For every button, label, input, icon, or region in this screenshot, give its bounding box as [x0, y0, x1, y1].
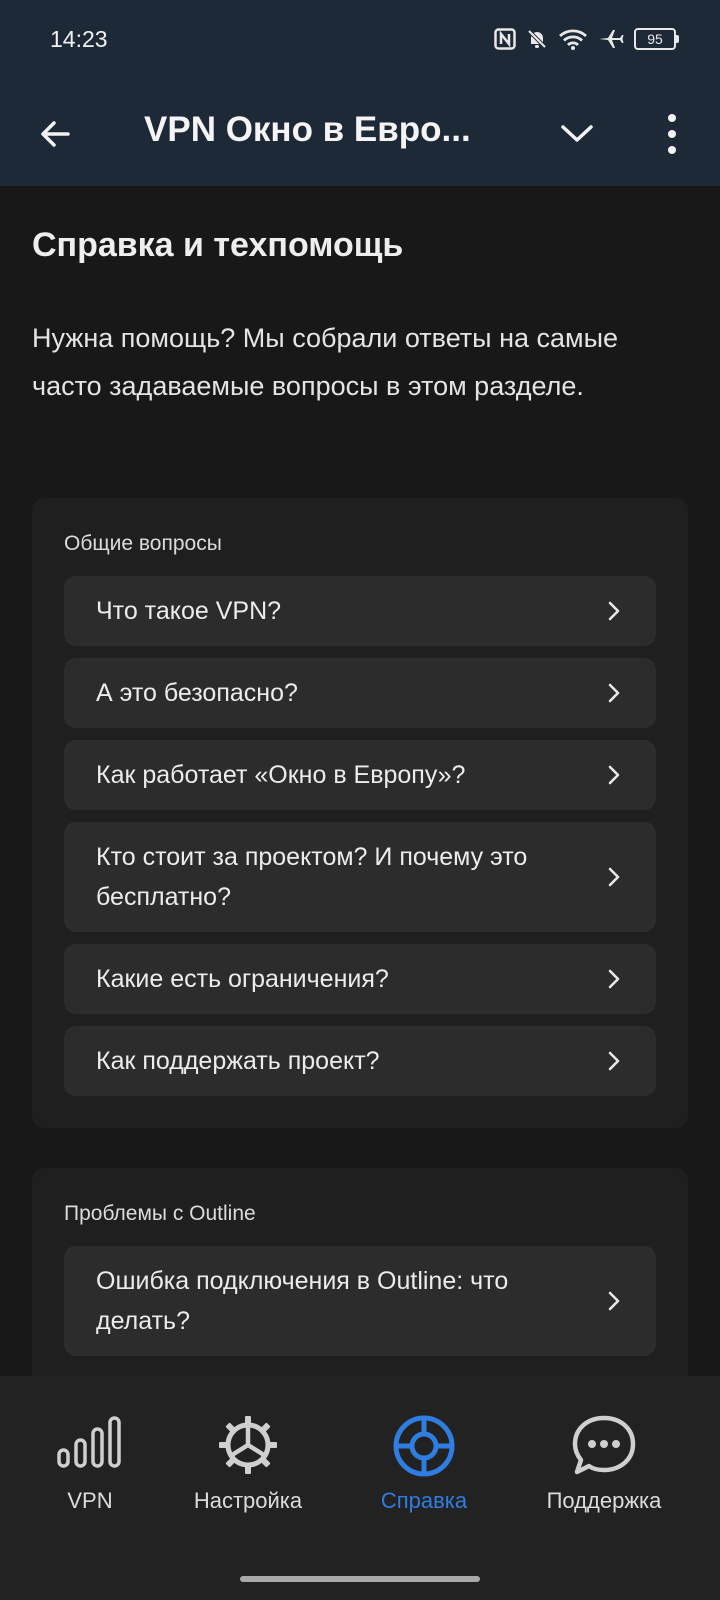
- faq-item-support-project[interactable]: Как поддержать проект?: [64, 1026, 656, 1096]
- section-title: Общие вопросы: [64, 532, 222, 555]
- faq-section-general: Общие вопросы Что такое VPN? А это безоп…: [32, 498, 688, 1128]
- faq-item-label: Как поддержать проект?: [96, 1047, 380, 1075]
- faq-item-outline-error[interactable]: Ошибка подключения в Outline: что делать…: [64, 1246, 656, 1356]
- battery-indicator: 95: [634, 28, 679, 50]
- intro-text: Нужна помощь? Мы собрали ответы на самые…: [32, 323, 619, 401]
- home-indicator[interactable]: [240, 1576, 480, 1582]
- back-arrow-icon[interactable]: [34, 112, 78, 156]
- faq-section-outline: Проблемы с Outline Ошибка подключения в …: [32, 1168, 688, 1376]
- tab-label: VPN: [67, 1488, 113, 1513]
- app-title: VPN Окно в Евро...: [144, 110, 471, 149]
- tab-label: Настройка: [193, 1488, 303, 1513]
- tab-settings[interactable]: Настройка: [158, 1376, 338, 1566]
- chevron-right-icon: [608, 765, 620, 785]
- app-bar: VPN Окно в Евро...: [0, 84, 720, 186]
- tab-support[interactable]: Поддержка: [514, 1376, 694, 1566]
- faq-item-who-is-behind[interactable]: Кто стоит за проектом? И почему это бесп…: [64, 822, 656, 932]
- faq-item-what-is-vpn[interactable]: Что такое VPN?: [64, 576, 656, 646]
- wifi-icon: [559, 29, 587, 50]
- status-bar: 14:23 95: [0, 0, 720, 84]
- chevron-right-icon: [608, 969, 620, 989]
- page-title: Справка и техпомощь: [32, 226, 404, 264]
- chevron-right-icon: [608, 601, 620, 621]
- signal-bars-icon: [57, 1416, 121, 1468]
- tab-help[interactable]: Справка: [334, 1376, 514, 1566]
- section-title: Проблемы с Outline: [64, 1202, 256, 1225]
- faq-item-label: Кто стоит за проектом? И почему это бесп…: [96, 843, 528, 911]
- faq-item-label: Какие есть ограничения?: [96, 965, 389, 993]
- tab-label: Поддержка: [546, 1488, 662, 1513]
- tab-vpn[interactable]: VPN: [0, 1376, 180, 1566]
- faq-item-label: Что такое VPN?: [96, 597, 282, 625]
- chevron-down-icon[interactable]: [555, 112, 599, 156]
- faq-item-label: Ошибка подключения в Outline: что делать…: [96, 1267, 509, 1335]
- lifebuoy-icon: [393, 1415, 455, 1477]
- airplane-icon: [599, 30, 624, 48]
- help-content[interactable]: Справка и техпомощь Нужна помощь? Мы соб…: [0, 186, 720, 1376]
- nfc-icon: [494, 28, 516, 50]
- faq-item-how-it-works[interactable]: Как работает «Окно в Европу»?: [64, 740, 656, 810]
- chat-bubble-icon: [572, 1415, 636, 1475]
- chevron-right-icon: [608, 1051, 620, 1071]
- chevron-right-icon: [608, 683, 620, 703]
- gear-icon: [219, 1416, 277, 1474]
- faq-item-is-it-safe[interactable]: А это безопасно?: [64, 658, 656, 728]
- faq-item-label: Как работает «Окно в Европу»?: [96, 761, 466, 789]
- bell-off-icon: [527, 29, 547, 49]
- status-icons: 95: [494, 28, 679, 50]
- gesture-bar-area: [0, 1566, 720, 1600]
- faq-item-limitations[interactable]: Какие есть ограничения?: [64, 944, 656, 1014]
- tab-label: Справка: [380, 1488, 468, 1513]
- bottom-navigation: VPN Настройка Справка Поддержка: [0, 1376, 720, 1566]
- faq-item-label: А это безопасно?: [96, 679, 298, 707]
- status-time: 14:23: [50, 26, 108, 52]
- chevron-right-icon: [608, 1291, 620, 1311]
- more-vert-icon[interactable]: [650, 110, 694, 158]
- chevron-right-icon: [608, 867, 620, 887]
